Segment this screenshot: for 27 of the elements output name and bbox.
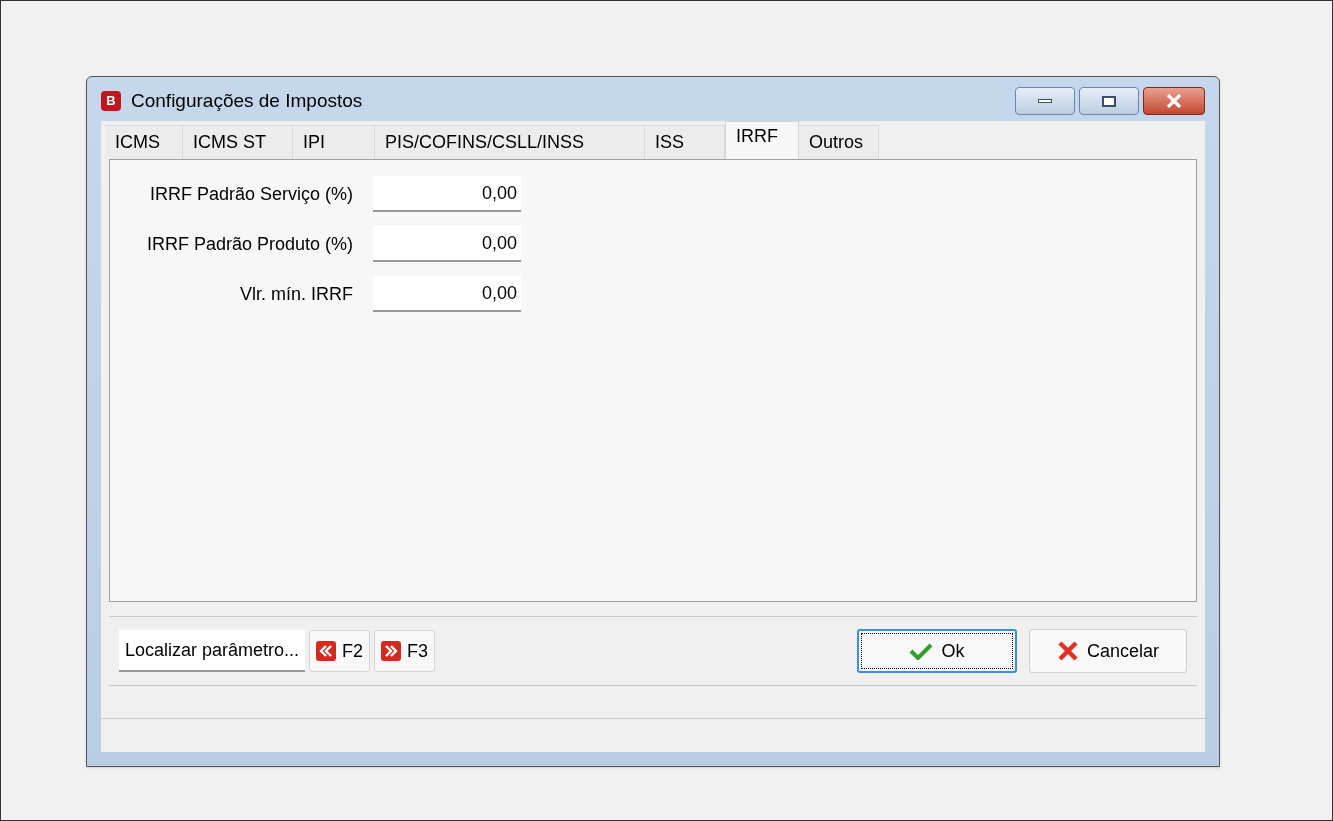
restore-button[interactable] bbox=[1079, 87, 1139, 115]
ok-button[interactable]: Ok bbox=[857, 629, 1017, 673]
close-icon bbox=[1166, 94, 1182, 108]
tab[interactable]: PIS/COFINS/CSLL/INSS bbox=[375, 125, 645, 159]
input-field[interactable]: 0,00 bbox=[373, 276, 521, 312]
double-right-chevron-icon bbox=[381, 641, 402, 661]
tab[interactable]: ICMS ST bbox=[183, 125, 293, 159]
find-parameter-button[interactable]: Localizar parâmetro... bbox=[119, 630, 306, 672]
next-button[interactable]: F3 bbox=[374, 630, 436, 672]
input-field[interactable]: 0,00 bbox=[373, 226, 521, 262]
cross-icon bbox=[1056, 640, 1079, 662]
field-label: Vlr. mín. IRRF bbox=[239, 282, 354, 306]
app-logo-icon: B bbox=[101, 91, 121, 111]
tab[interactable]: ISS bbox=[645, 125, 725, 159]
field-label: IRRF Padrão Produto (%) bbox=[145, 232, 354, 256]
cancel-button[interactable]: Cancelar bbox=[1029, 629, 1187, 673]
tab[interactable]: ICMS bbox=[105, 125, 183, 159]
tab[interactable]: IPI bbox=[293, 125, 375, 159]
checkmark-icon bbox=[909, 642, 934, 660]
input-field[interactable]: 0,00 bbox=[373, 176, 521, 212]
tab[interactable]: Outros bbox=[799, 125, 879, 159]
double-left-chevron-icon bbox=[316, 641, 337, 661]
window-title: Configurações de Impostos bbox=[131, 88, 363, 113]
tab[interactable]: IRRF bbox=[725, 121, 799, 159]
previous-button[interactable]: F2 bbox=[309, 630, 371, 672]
close-button[interactable] bbox=[1143, 87, 1205, 115]
field-label: IRRF Padrão Serviço (%) bbox=[148, 182, 354, 206]
